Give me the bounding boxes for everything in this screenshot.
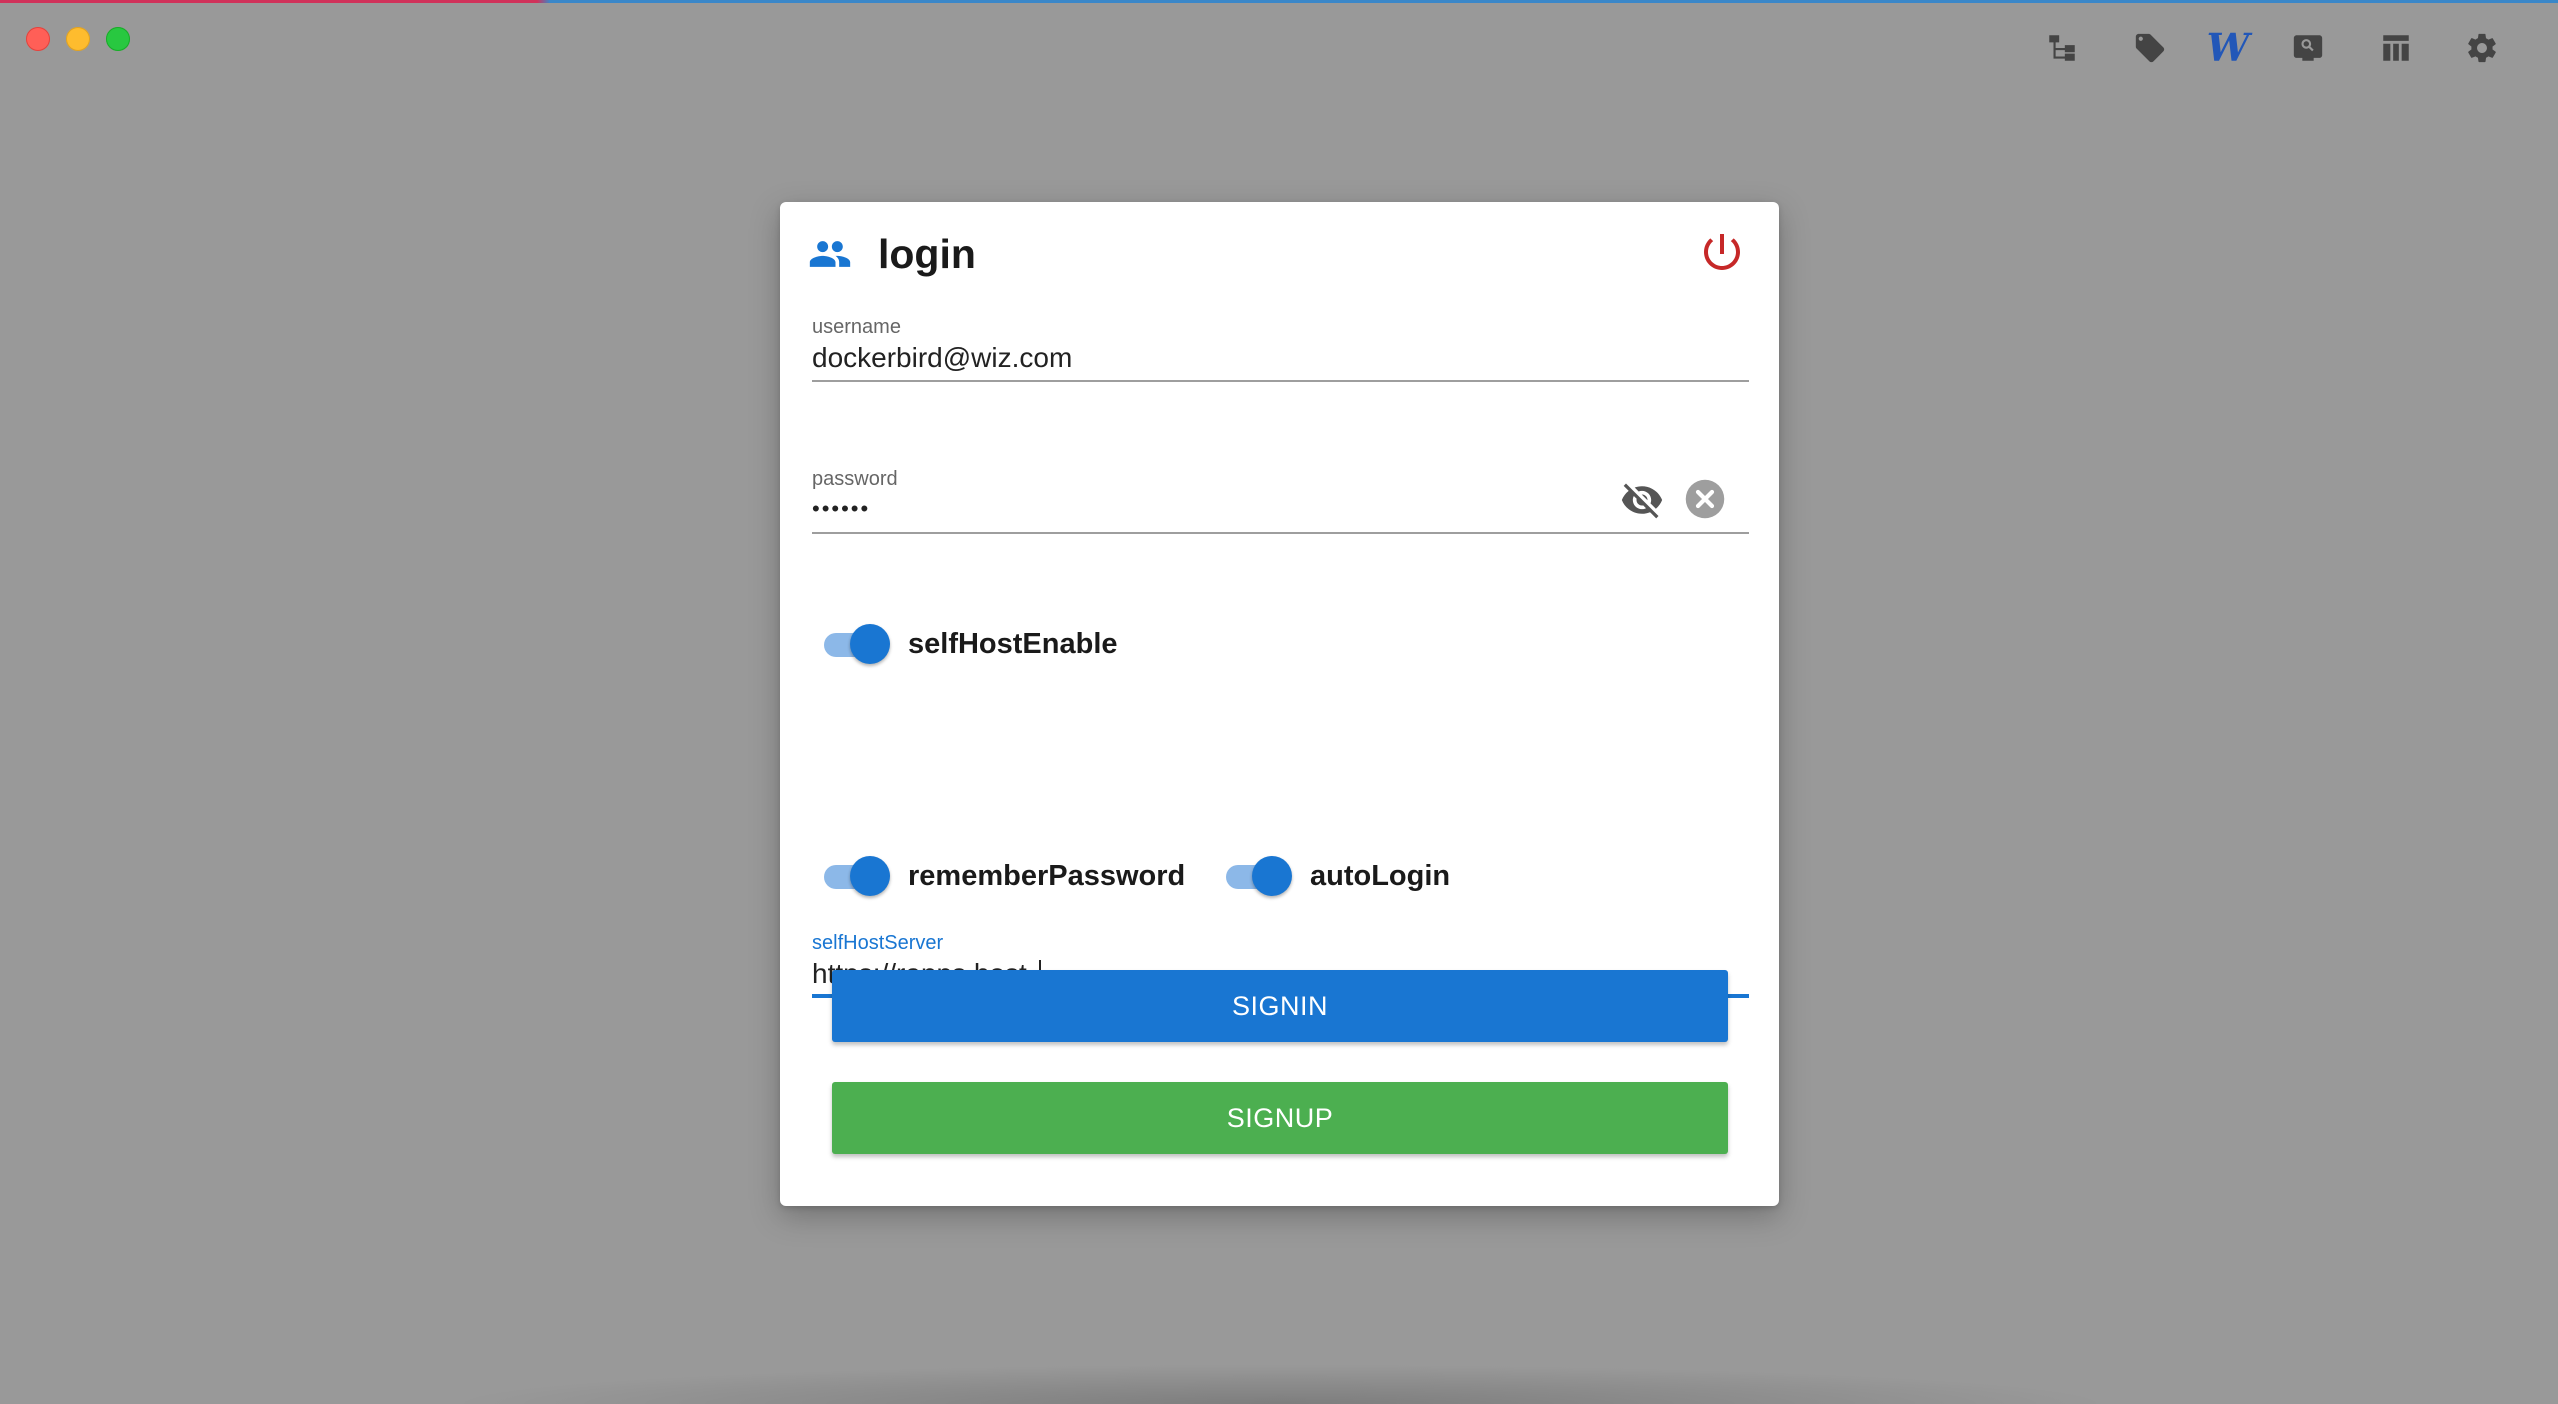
tag-icon[interactable] [2130, 28, 2170, 68]
table-layout-icon[interactable] [2376, 28, 2416, 68]
self-host-enable-row: selfHostEnable [820, 624, 1118, 664]
toggle-thumb [850, 856, 890, 896]
dialog-title: login [878, 231, 976, 277]
minimize-window-button[interactable] [66, 27, 90, 51]
self-host-server-label: selfHostServer [812, 932, 944, 954]
password-field: password •••••• [812, 464, 1749, 536]
auto-login-row: autoLogin [1222, 856, 1450, 896]
search-screen-icon[interactable] [2288, 28, 2328, 68]
password-label: password [812, 468, 898, 490]
wiz-logo-icon[interactable]: W [2206, 25, 2250, 70]
toggle-thumb [850, 624, 890, 664]
self-host-enable-label: selfHostEnable [908, 627, 1118, 660]
remember-password-row: rememberPassword [820, 856, 1185, 896]
gear-icon[interactable] [2462, 28, 2502, 68]
signup-button[interactable]: SIGNUP [832, 1082, 1728, 1154]
remember-password-toggle[interactable] [820, 856, 890, 896]
close-window-button[interactable] [26, 27, 50, 51]
auto-login-toggle[interactable] [1222, 856, 1292, 896]
username-input[interactable]: dockerbird@wiz.com [812, 342, 1712, 374]
password-input[interactable]: •••••• [812, 496, 1592, 522]
login-dialog: login username dockerbird@wiz.com passwo… [780, 202, 1779, 1206]
sitemap-icon[interactable] [2042, 28, 2082, 68]
username-field: username dockerbird@wiz.com [812, 312, 1749, 384]
wiz-logo-letter: W [2206, 25, 2250, 70]
password-underline [812, 532, 1749, 534]
toggle-thumb [1252, 856, 1292, 896]
signin-button[interactable]: SIGNIN [832, 970, 1728, 1042]
remember-password-label: rememberPassword [908, 859, 1186, 892]
people-icon [804, 232, 856, 276]
eye-off-icon[interactable] [1618, 478, 1666, 522]
power-icon[interactable] [1698, 228, 1746, 276]
username-label: username [812, 316, 901, 338]
auto-login-label: autoLogin [1310, 859, 1451, 892]
username-underline [812, 380, 1749, 382]
window-top-accent [0, 0, 2558, 3]
clear-circle-icon[interactable] [1684, 478, 1726, 520]
backdrop-shadow [440, 1364, 2120, 1404]
self-host-enable-toggle[interactable] [820, 624, 890, 664]
zoom-window-button[interactable] [106, 27, 130, 51]
